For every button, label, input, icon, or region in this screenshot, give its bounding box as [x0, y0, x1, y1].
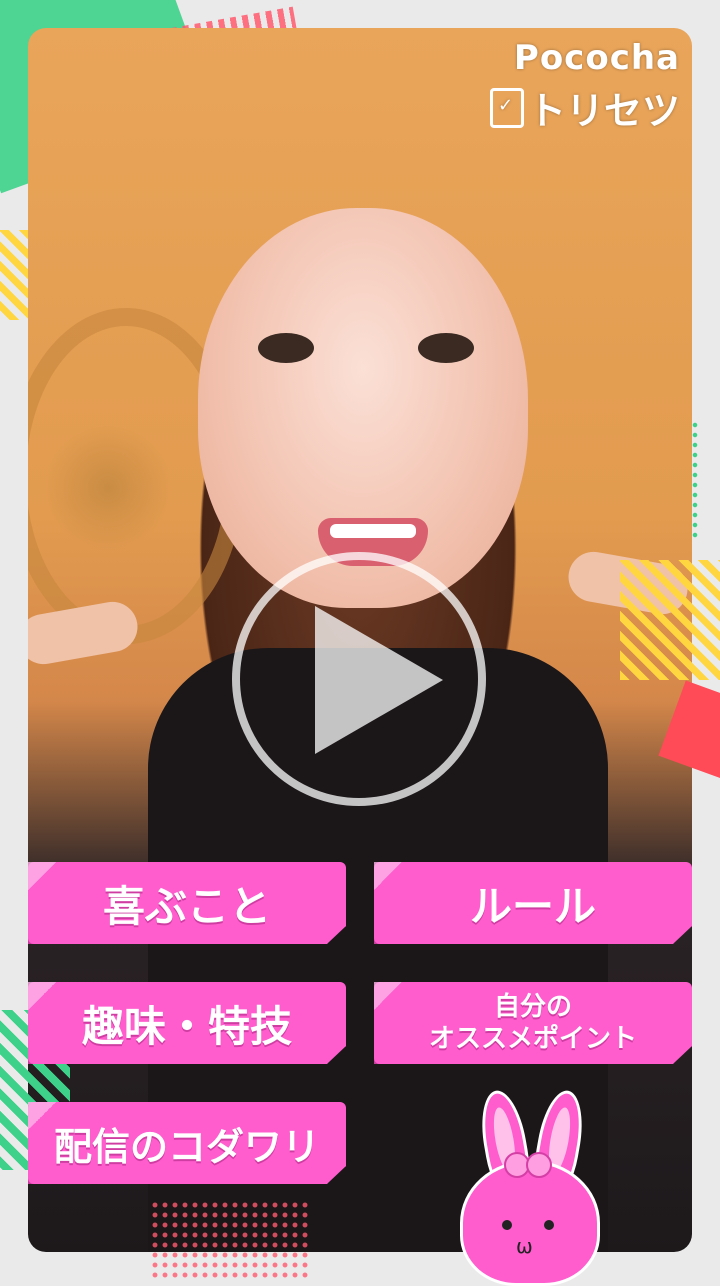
- play-icon: [315, 606, 443, 754]
- person-eye-left: [258, 333, 314, 363]
- button-recommend-line2: オススメポイント: [428, 1024, 637, 1054]
- mascot-eye-right: [544, 1220, 554, 1230]
- logo: Pococha トリセツ: [489, 38, 680, 135]
- person-eye-right: [418, 333, 474, 363]
- brand-name: Pococha: [513, 38, 680, 78]
- person-hand-left: [28, 597, 142, 669]
- mascot-head: [460, 1160, 600, 1286]
- mascot-bow-icon: [504, 1152, 552, 1178]
- decor-yellow-stripes-right: [620, 560, 720, 680]
- mascot-eye-left: [502, 1220, 512, 1230]
- button-rule[interactable]: ルール: [374, 862, 692, 944]
- button-recommend-point[interactable]: 自分の オススメポイント: [374, 982, 692, 1064]
- subtitle-text: トリセツ: [527, 89, 680, 133]
- button-recommend-line1: 自分の: [493, 991, 572, 1022]
- button-hobby-skill[interactable]: 趣味・特技: [28, 982, 346, 1064]
- play-button[interactable]: [232, 552, 486, 806]
- button-stream-kodawari[interactable]: 配信のコダワリ: [28, 1102, 346, 1184]
- button-yorokobu-koto[interactable]: 喜ぶこと: [28, 862, 346, 944]
- logo-subtitle: トリセツ: [489, 80, 680, 135]
- decor-red-dots: [150, 1200, 310, 1280]
- mascot-mouth: ω: [516, 1234, 533, 1258]
- book-check-icon: [489, 87, 524, 128]
- pink-bunny-mascot: ω: [452, 1087, 602, 1286]
